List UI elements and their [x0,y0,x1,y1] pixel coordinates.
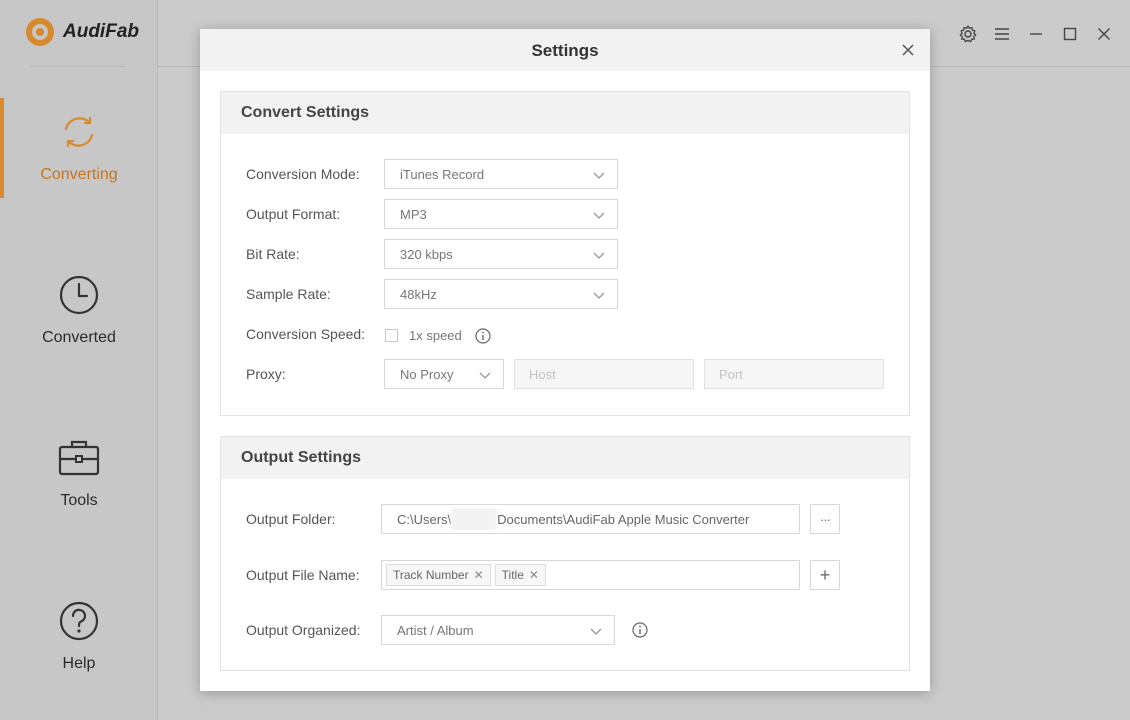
output-settings-section: Output Settings Output Folder: C:\Users\… [220,436,910,671]
field-label: Proxy: [246,366,286,382]
help-icon [59,601,99,641]
logo-icon [26,18,54,46]
app-logo: AudiFab [26,18,139,46]
folder-path-prefix: C:\Users\ [397,511,452,527]
maximize-icon[interactable] [1060,24,1080,44]
conversion-mode-select[interactable]: iTunes Record [384,159,618,189]
sidebar-item-converting[interactable]: Converting [0,110,158,184]
field-label: Output Format: [246,206,341,222]
remove-tag-icon[interactable]: ✕ [474,568,484,582]
tag-title: Title ✕ [494,564,546,586]
field-label: Output Organized: [246,622,361,638]
select-value: Artist / Album [397,622,474,638]
output-format-select[interactable]: MP3 [384,199,618,229]
browse-folder-button[interactable]: ··· [810,504,840,534]
bit-rate-row: Bit Rate: [246,246,300,262]
info-icon[interactable] [632,622,648,638]
refresh-icon [64,116,94,148]
field-label: Output Folder: [246,511,336,527]
section-heading: Output Settings [221,437,909,479]
tag-label: Track Number [393,568,469,582]
port-placeholder: Port [719,366,743,382]
chevron-down-icon [593,292,605,299]
info-icon[interactable] [475,328,491,344]
close-icon[interactable] [900,42,916,58]
sidebar: AudiFab Converting Converted Tools Help [0,0,158,720]
output-format-row: Output Format: [246,206,340,222]
section-heading: Convert Settings [221,92,909,134]
field-label: Output File Name: [246,567,360,583]
sample-rate-select[interactable]: 48kHz [384,279,618,309]
close-icon[interactable] [1094,24,1114,44]
tag-label: Title [501,568,524,582]
conversion-mode-row: Conversion Mode: [246,166,360,182]
chevron-down-icon [593,252,605,259]
proxy-port-input[interactable]: Port [704,359,884,389]
output-folder-input[interactable]: C:\Users\ Documents\AudiFab Apple Music … [381,504,800,534]
sidebar-item-help[interactable]: Help [0,599,158,673]
select-value: iTunes Record [400,166,485,182]
convert-settings-section: Convert Settings Conversion Mode: iTunes… [220,91,910,416]
redacted-username [451,508,498,530]
select-value: 48kHz [400,286,437,302]
output-organized-select[interactable]: Artist / Album [381,615,615,645]
select-value: No Proxy [400,366,454,382]
remove-tag-icon[interactable]: ✕ [529,568,539,582]
host-placeholder: Host [529,366,556,382]
gear-icon[interactable] [958,24,978,44]
select-value: MP3 [400,206,427,222]
bit-rate-select[interactable]: 320 kbps [384,239,618,269]
proxy-row: Proxy: [246,366,286,382]
conversion-speed-row: Conversion Speed: [246,326,365,342]
minimize-icon[interactable] [1026,24,1046,44]
dialog-title: Settings [531,41,599,60]
sidebar-item-label: Converting [40,166,118,183]
output-file-name-row: Output File Name: [246,567,360,583]
output-organized-row: Output Organized: [246,622,360,638]
output-folder-row: Output Folder: [246,511,336,527]
sidebar-item-converted[interactable]: Converted [0,273,158,347]
clock-icon [59,275,99,315]
chevron-down-icon [593,172,605,179]
tag-track-number: Track Number ✕ [386,564,491,586]
proxy-select[interactable]: No Proxy [384,359,504,389]
field-label: Bit Rate: [246,246,300,262]
sidebar-item-tools[interactable]: Tools [0,436,158,510]
select-value: 320 kbps [400,246,453,262]
output-file-name-input[interactable]: Track Number ✕ Title ✕ [381,560,800,590]
dialog-header: Settings [200,29,930,71]
field-label: Conversion Speed: [246,326,366,342]
app-name: AudiFab [63,21,139,42]
proxy-host-input[interactable]: Host [514,359,694,389]
chevron-down-icon [479,372,491,379]
menu-icon[interactable] [992,24,1012,44]
browse-button-label: ··· [820,511,831,527]
window-controls [958,24,1114,44]
speed-checkbox[interactable] [385,329,398,342]
speed-option-label: 1x speed [409,328,462,343]
chevron-down-icon [593,212,605,219]
sidebar-item-label: Help [62,655,96,672]
settings-dialog: Settings Convert Settings Conversion Mod… [200,29,930,691]
field-label: Sample Rate: [246,286,331,302]
sidebar-item-label: Converted [42,329,116,346]
sidebar-item-label: Tools [60,492,98,509]
toolbox-icon [58,440,100,476]
add-button-label: + [819,564,831,585]
logo-divider [30,66,126,67]
add-tag-button[interactable]: + [810,560,840,590]
sample-rate-row: Sample Rate: [246,286,331,302]
field-label: Conversion Mode: [246,166,360,182]
folder-path-suffix: Documents\AudiFab Apple Music Converter [497,511,750,527]
chevron-down-icon [590,628,602,635]
